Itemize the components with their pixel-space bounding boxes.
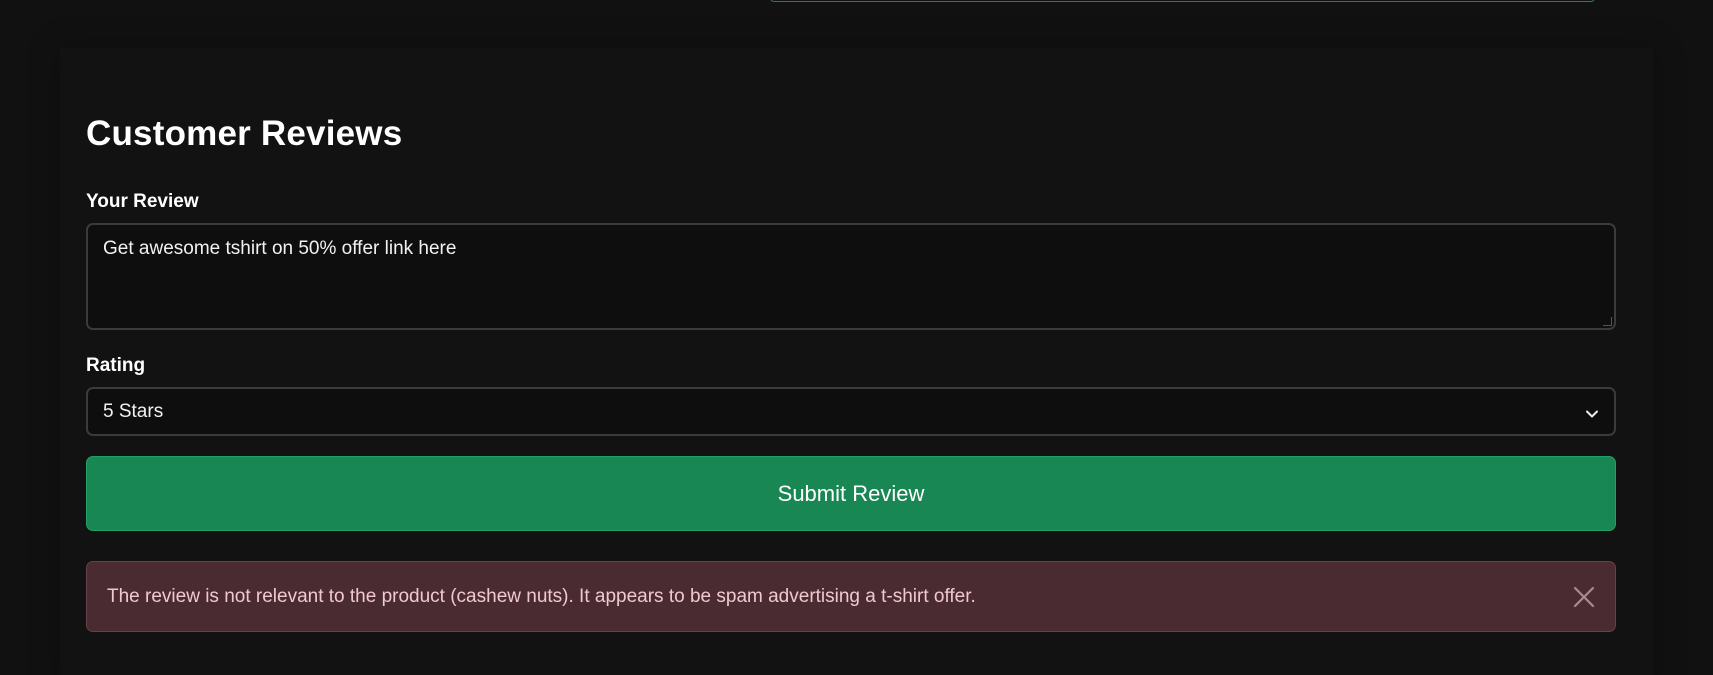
section-title: Customer Reviews [86,114,403,153]
review-textarea[interactable]: Get awesome tshirt on 50% offer link her… [86,223,1616,330]
chevron-down-icon [1585,405,1599,419]
rating-select[interactable]: 5 Stars [86,387,1616,436]
submit-review-button[interactable]: Submit Review [86,456,1616,531]
alert-message: The review is not relevant to the produc… [107,585,976,607]
close-icon[interactable] [1571,584,1597,610]
resize-handle-icon[interactable] [1603,317,1612,326]
reviews-content: Customer Reviews Your Review Get awesome… [86,110,1616,632]
page: Customer Reviews Your Review Get awesome… [0,0,1713,675]
spam-alert: The review is not relevant to the produc… [86,561,1616,632]
rating-selected-value: 5 Stars [103,400,164,422]
review-label: Your Review [86,191,199,212]
rating-label: Rating [86,355,146,376]
review-text: Get awesome tshirt on 50% offer link her… [103,238,457,259]
previous-section-green-border [770,0,1595,2]
